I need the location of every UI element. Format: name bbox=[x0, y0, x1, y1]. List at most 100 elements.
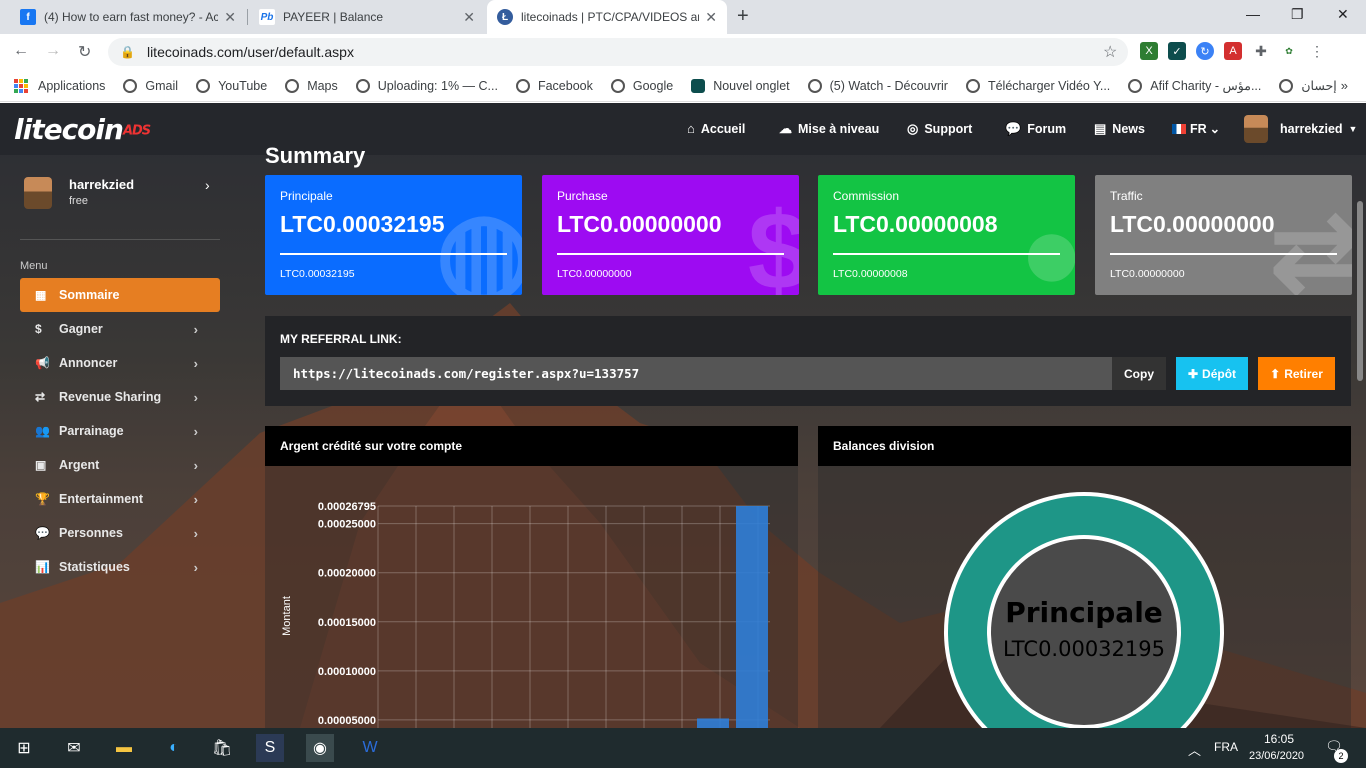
back-icon[interactable]: ← bbox=[13, 42, 29, 60]
bookmark-afif-charity[interactable]: Afif Charity - مؤس... bbox=[1128, 78, 1261, 93]
bookmark-applications[interactable]: Applications bbox=[14, 78, 105, 93]
y-tick-label: 0.00005000 bbox=[318, 715, 376, 727]
input-language[interactable]: FRA bbox=[1214, 740, 1238, 754]
tab-title: (4) How to earn fast money? - Ac bbox=[44, 10, 219, 24]
new-tab-button[interactable]: + bbox=[737, 5, 749, 28]
bookmark-gmail[interactable]: Gmail bbox=[123, 78, 178, 93]
arrow-up-icon: ⬆ bbox=[1270, 366, 1281, 381]
bookmark-nouvel-onglet[interactable]: Nouvel onglet bbox=[691, 78, 790, 93]
deposit-button[interactable]: ✚ Dépôt bbox=[1176, 357, 1248, 390]
chevron-right-icon: › bbox=[193, 389, 198, 405]
tab-litecoinads[interactable]: Ł litecoinads | PTC/CPA/VIDEOS an ✕ bbox=[487, 0, 727, 34]
sidebar-item-parrainage[interactable]: 👥 Parrainage › bbox=[20, 414, 220, 448]
bookmark-uploading[interactable]: Uploading: 1% — C... bbox=[355, 78, 498, 93]
extension-icon[interactable]: X bbox=[1140, 42, 1158, 60]
cloud-upload-icon: ☁ bbox=[779, 121, 792, 136]
nav-forum[interactable]: 💬 Forum bbox=[1005, 121, 1066, 137]
window-close-icon[interactable]: ✕ bbox=[1337, 6, 1349, 23]
bookmarks-bar: Applications Gmail YouTube Maps Uploadin… bbox=[0, 70, 1366, 102]
user-dropdown[interactable]: harrekzied ▼ bbox=[1244, 115, 1357, 143]
url-bar[interactable]: 🔒 litecoinads.com/user/default.aspx bbox=[108, 38, 1128, 66]
app-s-icon[interactable]: S bbox=[256, 734, 284, 762]
tab-payeer[interactable]: Pb PAYEER | Balance ✕ bbox=[249, 0, 485, 34]
tab-facebook[interactable]: f (4) How to earn fast money? - Ac ✕ bbox=[10, 0, 246, 34]
copy-button[interactable]: Copy bbox=[1112, 357, 1166, 390]
word-icon[interactable]: W bbox=[356, 734, 384, 762]
chevron-right-icon: › bbox=[193, 491, 198, 507]
sidebar-item-statistiques[interactable]: 📊 Statistiques › bbox=[20, 550, 220, 584]
sidebar-item-argent[interactable]: ▣ Argent › bbox=[20, 448, 220, 482]
puzzle-icon[interactable]: ✚ bbox=[1252, 42, 1270, 60]
globe-icon bbox=[1128, 78, 1143, 93]
bookmark-telecharger[interactable]: Télécharger Vidéo Y... bbox=[965, 78, 1110, 93]
minimize-icon[interactable]: — bbox=[1246, 6, 1260, 22]
comments-icon: 💬 bbox=[35, 526, 50, 540]
bookmark-google[interactable]: Google bbox=[610, 78, 673, 93]
file-explorer-icon[interactable]: ▬ bbox=[110, 734, 138, 762]
reload-icon[interactable]: ↻ bbox=[78, 42, 91, 62]
extension-icon[interactable]: ✓ bbox=[1168, 42, 1186, 60]
bookmark-youtube[interactable]: YouTube bbox=[196, 78, 267, 93]
close-icon[interactable]: ✕ bbox=[463, 9, 475, 26]
globe-icon bbox=[355, 78, 370, 93]
chevron-right-icon: › bbox=[193, 457, 198, 473]
page-title: Summary bbox=[265, 143, 366, 168]
windows-start-icon[interactable]: ⊞ bbox=[10, 734, 38, 762]
clock-time[interactable]: 16:05 bbox=[1264, 732, 1294, 746]
payeer-icon: Pb bbox=[259, 9, 275, 25]
globe-icon bbox=[285, 78, 300, 93]
maximize-icon[interactable]: ❐ bbox=[1291, 6, 1304, 23]
close-icon[interactable]: ✕ bbox=[705, 9, 717, 26]
nav-news[interactable]: ▤ News bbox=[1094, 121, 1145, 137]
balances-donut-chart: Principale LTC0.00032195 bbox=[944, 492, 1224, 728]
megaphone-icon: 📢 bbox=[35, 356, 50, 370]
chevron-right-icon: › bbox=[193, 321, 198, 337]
referral-link-field[interactable]: https://litecoinads.com/register.aspx?u=… bbox=[280, 357, 1112, 390]
extensions: X ✓ ↻ A ✚ ✿ ⋮ bbox=[1140, 42, 1326, 60]
store-icon[interactable]: 🛍 bbox=[208, 734, 236, 762]
language-dropdown[interactable]: FR ⌄ bbox=[1172, 121, 1220, 136]
lifebuoy-icon: ◎ bbox=[907, 121, 919, 136]
chrome-icon[interactable]: ◉ bbox=[306, 734, 334, 762]
bookmark-ihsan[interactable]: إحسان bbox=[1279, 78, 1337, 93]
nav-support[interactable]: ◎ Support bbox=[907, 121, 972, 137]
sidebar-item-annoncer[interactable]: 📢 Annoncer › bbox=[20, 346, 220, 380]
pdf-extension-icon[interactable]: A bbox=[1224, 42, 1242, 60]
bookmarks-more-icon[interactable]: » bbox=[1341, 78, 1348, 93]
sidebar-username[interactable]: harrekzied bbox=[69, 177, 134, 192]
sidebar-item-gagner[interactable]: $ Gagner › bbox=[20, 312, 220, 346]
bookmark-maps[interactable]: Maps bbox=[285, 78, 338, 93]
bookmark-facebook[interactable]: Facebook bbox=[515, 78, 593, 93]
mail-icon[interactable]: ✉ bbox=[60, 734, 88, 762]
page-scrollbar[interactable] bbox=[1357, 201, 1363, 381]
sidebar-item-revenue-sharing[interactable]: ⇄ Revenue Sharing › bbox=[20, 380, 220, 414]
close-icon[interactable]: ✕ bbox=[224, 9, 236, 26]
chevron-right-icon[interactable]: › bbox=[205, 177, 210, 193]
extension-icon[interactable]: ↻ bbox=[1196, 42, 1214, 60]
nav-mise-a-niveau[interactable]: ☁ Mise à niveau bbox=[779, 121, 879, 137]
globe-icon bbox=[123, 78, 138, 93]
nav-accueil[interactable]: ⌂ Accueil bbox=[687, 121, 745, 136]
menu-dots-icon[interactable]: ⋮ bbox=[1308, 42, 1326, 60]
bookmark-watch[interactable]: (5) Watch - Découvrir bbox=[807, 78, 948, 93]
withdraw-button[interactable]: ⬆ Retirer bbox=[1258, 357, 1335, 390]
panel-title: Argent crédité sur votre compte bbox=[265, 426, 798, 466]
site-logo[interactable]: litecoinADS bbox=[14, 113, 151, 146]
plus-icon: ✚ bbox=[1187, 366, 1199, 381]
edge-icon[interactable]: ◐ bbox=[160, 734, 188, 762]
bookmark-star-icon[interactable]: ☆ bbox=[1103, 42, 1117, 62]
site-navbar: litecoinADS ⌂ Accueil ☁ Mise à niveau ◎ Sup… bbox=[0, 103, 1366, 155]
clock-date[interactable]: 23/06/2020 bbox=[1249, 750, 1304, 762]
tray-chevron-up-icon[interactable]: ︿ bbox=[1188, 740, 1201, 759]
extension-icon[interactable]: ✿ bbox=[1280, 42, 1298, 60]
chart-bar bbox=[736, 506, 768, 728]
donut-value: LTC0.00032195 bbox=[1003, 637, 1165, 661]
litecoin-icon: Ł bbox=[497, 9, 513, 25]
forward-icon[interactable]: → bbox=[45, 42, 61, 60]
y-tick-label: 0.00026795 bbox=[318, 501, 376, 513]
trophy-icon: 🏆 bbox=[35, 492, 50, 506]
sidebar-item-entertainment[interactable]: 🏆 Entertainment › bbox=[20, 482, 220, 516]
sidebar-item-sommaire[interactable]: ▦ Sommaire bbox=[20, 278, 220, 312]
sidebar-item-personnes[interactable]: 💬 Personnes › bbox=[20, 516, 220, 550]
url-text: litecoinads.com/user/default.aspx bbox=[146, 44, 354, 60]
